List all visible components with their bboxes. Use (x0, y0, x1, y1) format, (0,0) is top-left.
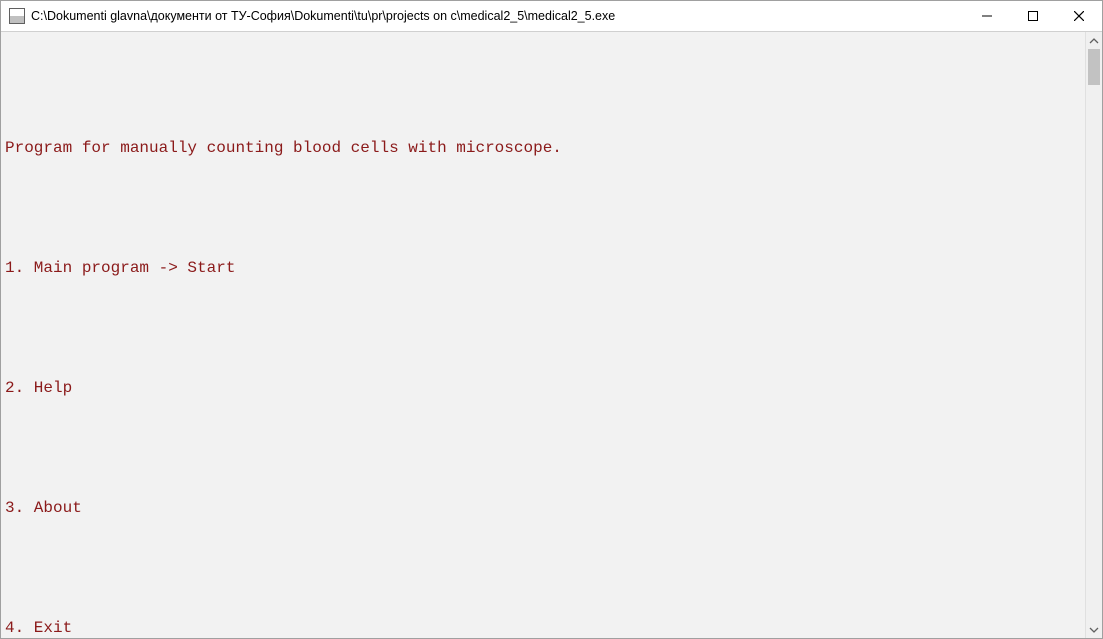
console-line: Program for manually counting blood cell… (5, 138, 1085, 158)
vertical-scrollbar[interactable] (1085, 32, 1102, 638)
console-line (5, 198, 1085, 218)
console-line (5, 318, 1085, 338)
console-line: 2. Help (5, 378, 1085, 398)
chevron-down-icon (1089, 627, 1099, 633)
titlebar[interactable]: C:\Dokumenti glavna\документи от ТУ-Софи… (1, 1, 1102, 32)
console-output[interactable]: Program for manually counting blood cell… (1, 32, 1085, 638)
window-title: C:\Dokumenti glavna\документи от ТУ-Софи… (31, 9, 964, 23)
maximize-button[interactable] (1010, 1, 1056, 31)
console-line: 1. Main program -> Start (5, 258, 1085, 278)
scrollbar-track[interactable] (1086, 49, 1102, 621)
console-line: 4. Exit (5, 618, 1085, 638)
console-line (5, 78, 1085, 98)
console-line (5, 438, 1085, 458)
close-button[interactable] (1056, 1, 1102, 31)
console-line: 3. About (5, 498, 1085, 518)
client-area: Program for manually counting blood cell… (1, 32, 1102, 638)
maximize-icon (1028, 11, 1038, 21)
scroll-up-button[interactable] (1086, 32, 1102, 49)
scroll-down-button[interactable] (1086, 621, 1102, 638)
window-controls (964, 1, 1102, 31)
close-icon (1074, 11, 1084, 21)
app-window: C:\Dokumenti glavna\документи от ТУ-Софи… (0, 0, 1103, 639)
console-line (5, 558, 1085, 578)
minimize-button[interactable] (964, 1, 1010, 31)
minimize-icon (982, 11, 992, 21)
scrollbar-thumb[interactable] (1088, 49, 1100, 85)
app-icon (9, 8, 25, 24)
chevron-up-icon (1089, 38, 1099, 44)
